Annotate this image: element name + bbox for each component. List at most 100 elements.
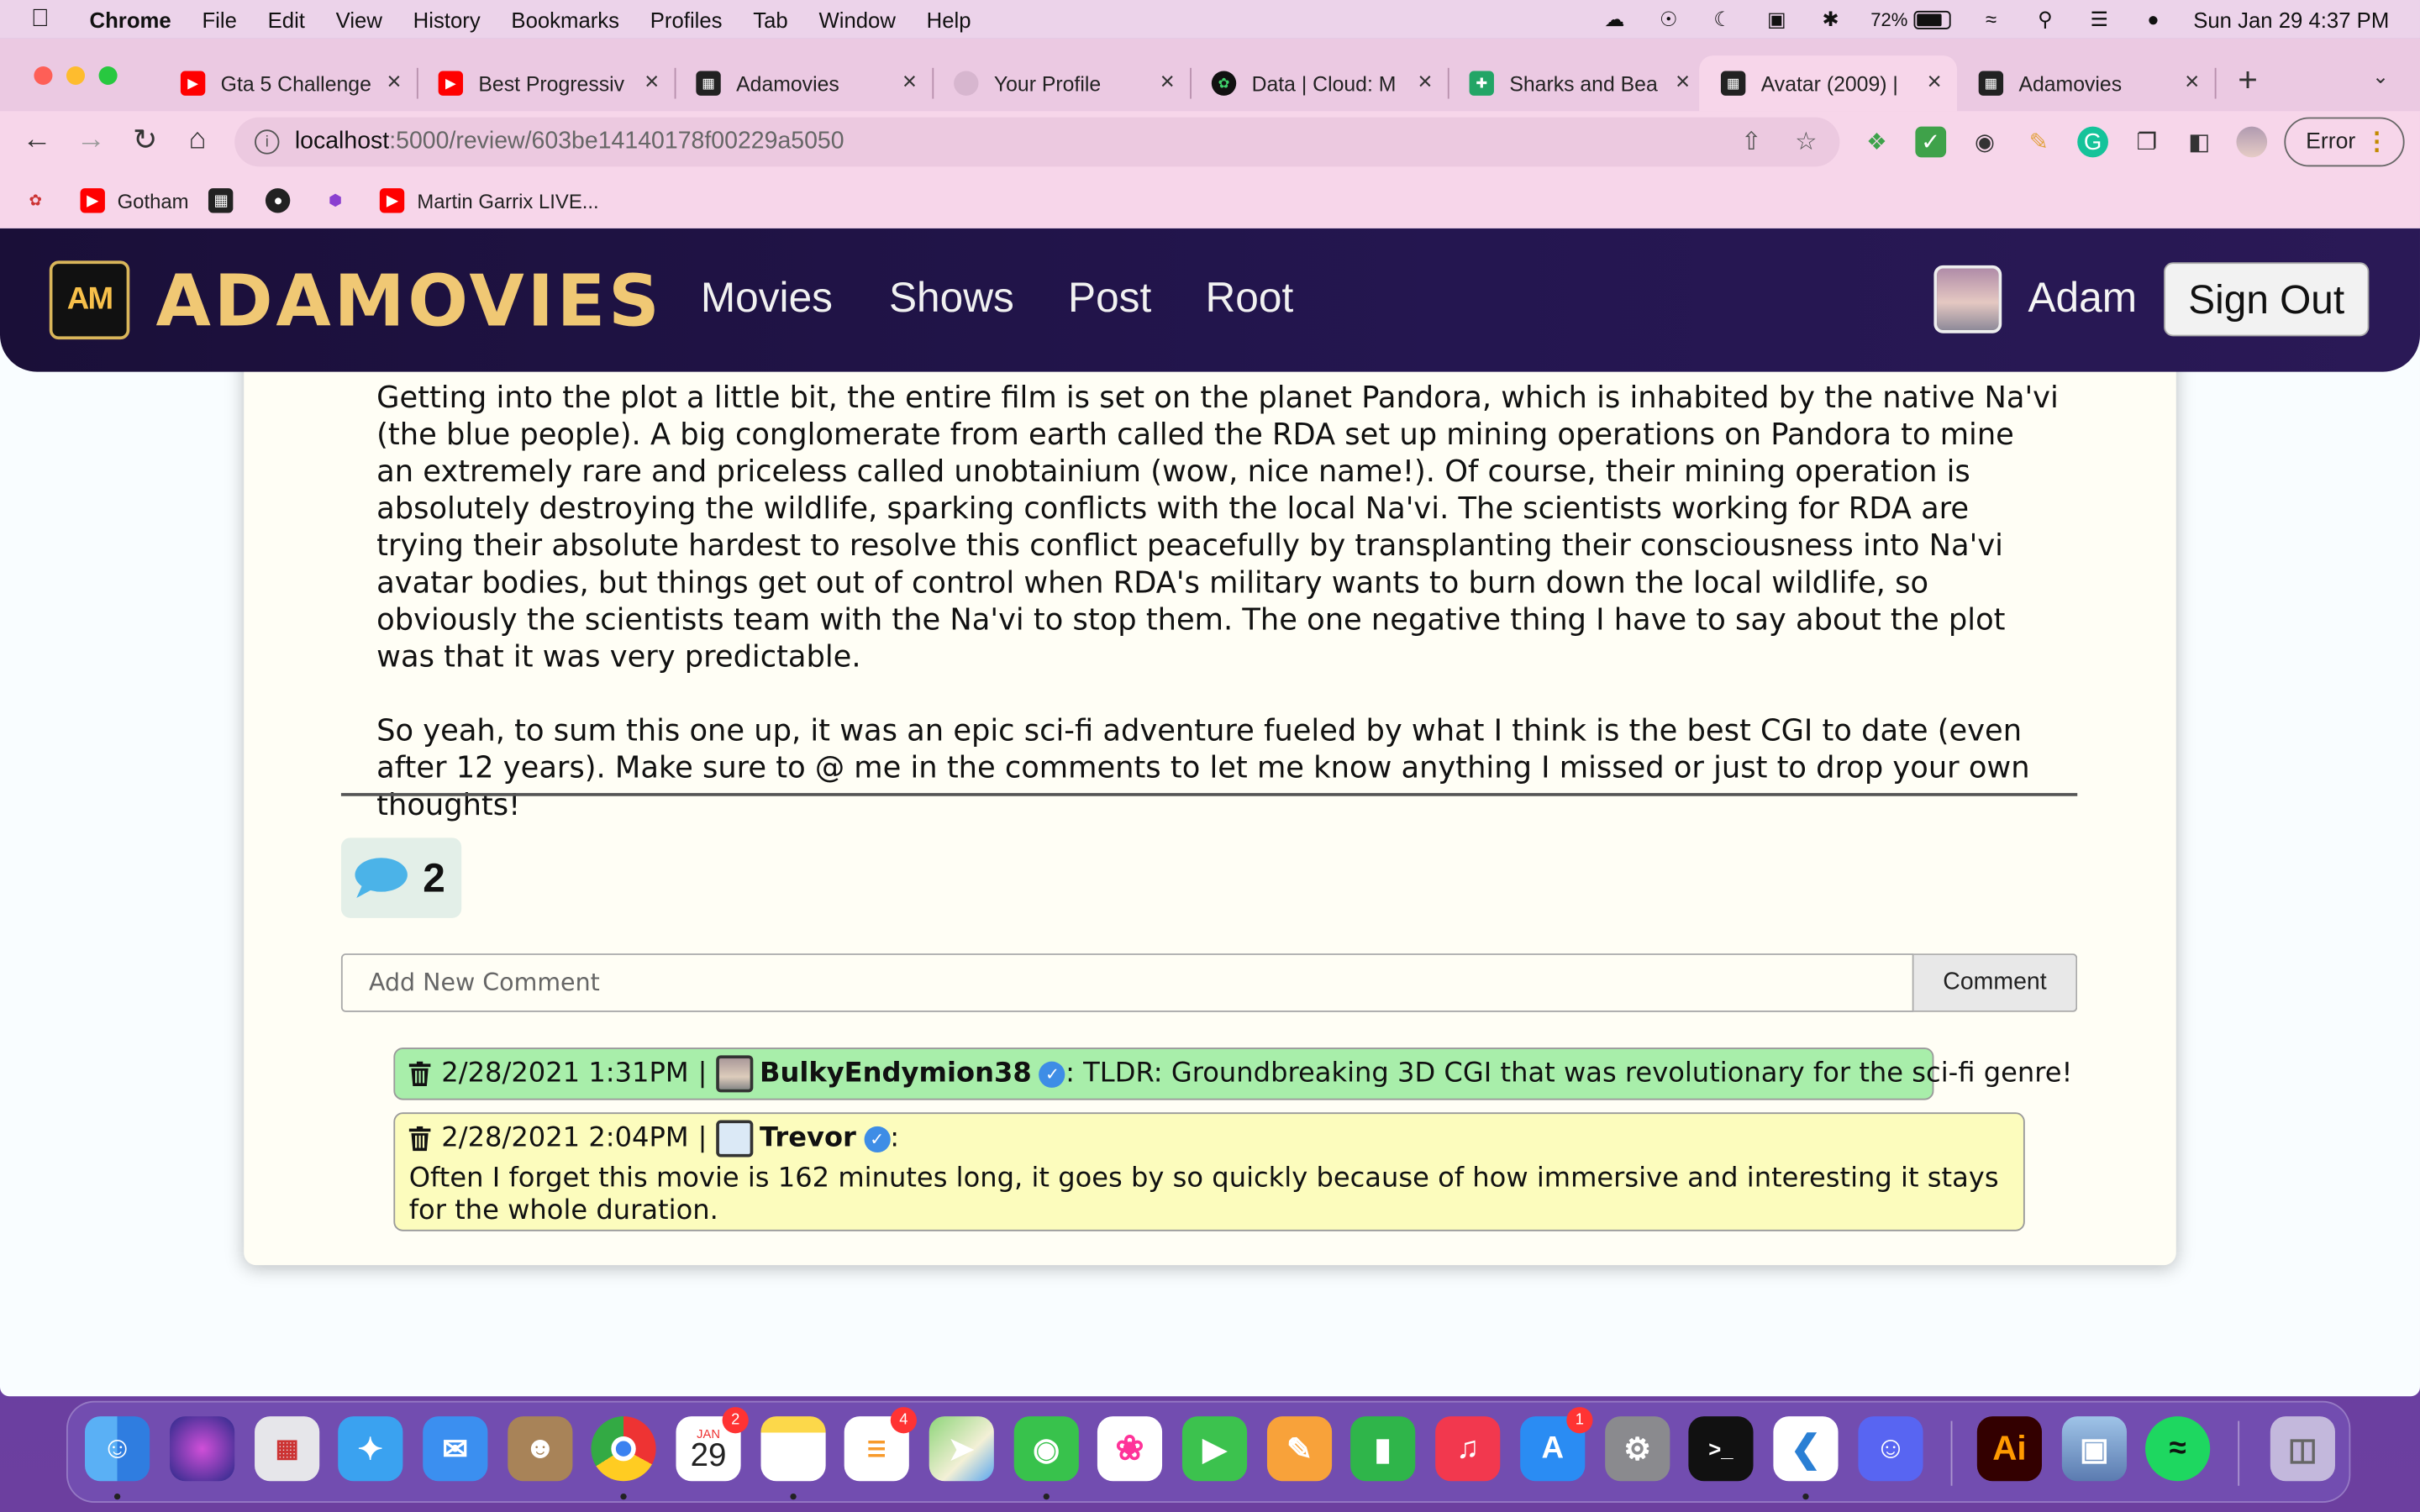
siri-icon[interactable] — [170, 1416, 235, 1482]
menu-file[interactable]: File — [202, 7, 236, 31]
tab-avatar-2009[interactable]: ▦ Avatar (2009) | × — [1699, 55, 1957, 112]
vscode-icon[interactable]: ❮ — [1773, 1416, 1839, 1482]
globe-icon[interactable]: ☉ — [1655, 7, 1682, 30]
launchpad-icon[interactable]: ▦ — [255, 1416, 320, 1482]
comment-author[interactable]: Trevor — [760, 1123, 856, 1154]
music-icon[interactable]: ♫ — [1435, 1416, 1501, 1482]
reload-icon[interactable]: ↻ — [127, 123, 164, 159]
new-comment-input[interactable]: Add New Comment — [340, 953, 1914, 1012]
display-icon[interactable]: ▣ — [1763, 7, 1791, 30]
address-bar[interactable]: i localhost:5000/review/603be14140178f00… — [234, 117, 1840, 167]
contacts-icon[interactable]: ☻ — [508, 1416, 573, 1482]
menu-history[interactable]: History — [413, 7, 481, 31]
bookmark-birds[interactable]: ✿ — [24, 188, 60, 213]
calendar-icon[interactable]: JAN 29 2 — [676, 1407, 749, 1482]
bluetooth-icon[interactable]: ✱ — [1817, 7, 1844, 30]
battery-status[interactable]: 72% — [1870, 8, 1951, 30]
terminal-icon[interactable]: >_ — [1688, 1416, 1754, 1482]
nav-post[interactable]: Post — [1068, 275, 1151, 323]
bookmark-film[interactable]: ▦ — [208, 188, 245, 213]
site-brand[interactable]: ADAMOVIES — [156, 260, 663, 343]
mail-icon[interactable]: ✉ — [423, 1416, 488, 1482]
share-icon[interactable]: ⇧ — [1741, 127, 1762, 158]
creative-cloud-icon[interactable]: ☁ — [1601, 7, 1628, 30]
chrome-icon[interactable] — [591, 1416, 656, 1482]
close-window-icon[interactable] — [34, 66, 53, 86]
notes-icon[interactable] — [760, 1416, 826, 1482]
close-tab-icon[interactable]: × — [1418, 70, 1432, 97]
tab-data-cloud[interactable]: ✿ Data | Cloud: M × — [1190, 55, 1449, 111]
tab-best-progressive[interactable]: ▶ Best Progressiv × — [417, 55, 676, 111]
tab-your-profile[interactable]: Your Profile × — [932, 55, 1192, 111]
system-preferences-icon[interactable]: ⚙ — [1605, 1416, 1670, 1482]
profile-error-button[interactable]: Error ⋮ — [2284, 117, 2405, 167]
tab-adamovies-2[interactable]: ▦ Adamovies × — [1957, 55, 2217, 111]
comment-count-button[interactable]: 2 — [340, 837, 462, 918]
trash-icon[interactable]: ◫ — [2270, 1416, 2335, 1482]
close-tab-icon[interactable]: × — [644, 70, 659, 97]
menu-app-name[interactable]: Chrome — [90, 7, 171, 31]
moon-icon[interactable]: ☾ — [1708, 7, 1736, 30]
record-extension-icon[interactable]: ◉ — [1970, 127, 2001, 158]
menu-help[interactable]: Help — [927, 7, 971, 31]
pages-icon[interactable]: ✎ — [1266, 1416, 1333, 1482]
tab-gta5[interactable]: ▶ Gta 5 Challenge × — [159, 55, 418, 111]
close-tab-icon[interactable]: × — [1160, 70, 1175, 97]
menu-profiles[interactable]: Profiles — [650, 7, 723, 31]
close-tab-icon[interactable]: × — [1676, 70, 1690, 97]
commenter-avatar[interactable] — [716, 1055, 754, 1093]
safari-icon[interactable]: ✦ — [338, 1416, 403, 1482]
puzzle-extensions-icon[interactable]: ❐ — [2132, 127, 2163, 158]
comment-submit-button[interactable]: Comment — [1913, 953, 2078, 1012]
menu-bookmarks[interactable]: Bookmarks — [511, 7, 619, 31]
bookmark-martin-garrix[interactable]: ▶ Martin Garrix LIVE... — [380, 188, 599, 213]
grammarly-icon[interactable]: G — [2077, 126, 2108, 158]
messages-icon[interactable]: ◉ — [1013, 1416, 1079, 1482]
back-arrow-icon[interactable]: ← — [18, 123, 55, 157]
trash-icon[interactable] — [408, 1061, 431, 1087]
apple-icon[interactable]:  — [31, 5, 59, 33]
bookmark-cube[interactable]: ⬢ — [323, 188, 360, 213]
close-tab-icon[interactable]: × — [1927, 70, 1941, 97]
discord-icon[interactable]: ☺ — [1858, 1416, 1923, 1482]
nav-movies[interactable]: Movies — [701, 275, 833, 323]
close-tab-icon[interactable]: × — [387, 70, 401, 97]
spotlight-search-icon[interactable]: ⚲ — [2031, 7, 2059, 30]
bookmark-gotham[interactable]: ▶ Gotham — [80, 188, 189, 213]
siri-icon[interactable]: ● — [2139, 8, 2167, 31]
notes-extension-icon[interactable]: ✎ — [2023, 127, 2054, 158]
maps-icon[interactable]: ➤ — [929, 1416, 994, 1482]
tab-adamovies[interactable]: ▦ Adamovies × — [675, 55, 934, 111]
bookmark-github[interactable]: ● — [266, 188, 302, 213]
menu-tab[interactable]: Tab — [753, 7, 787, 31]
minimize-window-icon[interactable] — [66, 66, 86, 86]
site-info-icon[interactable]: i — [255, 129, 280, 155]
reminders-icon[interactable]: ☰ 4 — [844, 1407, 918, 1482]
nav-shows[interactable]: Shows — [889, 275, 1014, 323]
user-name[interactable]: Adam — [2028, 275, 2137, 323]
menu-window[interactable]: Window — [818, 7, 895, 31]
zoom-window-icon[interactable] — [98, 66, 118, 86]
numbers-icon[interactable]: ▮ — [1350, 1416, 1416, 1482]
wifi-icon[interactable]: ≈ — [1977, 8, 2005, 31]
preview-icon[interactable]: ▣ — [2061, 1416, 2128, 1482]
chevron-down-icon[interactable]: ⌄ — [2372, 65, 2389, 89]
clock[interactable]: Sun Jan 29 4:37 PM — [2193, 7, 2389, 31]
profile-avatar-icon[interactable] — [2236, 126, 2268, 158]
sidebar-icon[interactable]: ◧ — [2184, 127, 2215, 158]
broken-image-avatar-icon[interactable] — [716, 1120, 754, 1158]
sign-out-button[interactable]: Sign Out — [2164, 262, 2370, 337]
site-logo[interactable]: AM — [49, 260, 130, 340]
trash-icon[interactable] — [408, 1126, 431, 1152]
spotify-icon[interactable]: ≈ — [2145, 1416, 2211, 1482]
bookmark-star-icon[interactable]: ☆ — [1795, 127, 1817, 158]
menu-view[interactable]: View — [336, 7, 382, 31]
checkbox-extension-icon[interactable]: ✓ — [1915, 126, 1947, 158]
illustrator-icon[interactable]: Ai — [1976, 1416, 2042, 1482]
tab-sharks-and-bears[interactable]: ✚ Sharks and Bea × — [1448, 55, 1707, 111]
app-store-icon[interactable]: A1 — [1520, 1407, 1593, 1482]
close-tab-icon[interactable]: × — [2185, 70, 2199, 97]
close-tab-icon[interactable]: × — [902, 70, 917, 97]
photos-icon[interactable]: ❀ — [1097, 1416, 1163, 1482]
finder-icon[interactable]: ☺ — [85, 1416, 150, 1482]
